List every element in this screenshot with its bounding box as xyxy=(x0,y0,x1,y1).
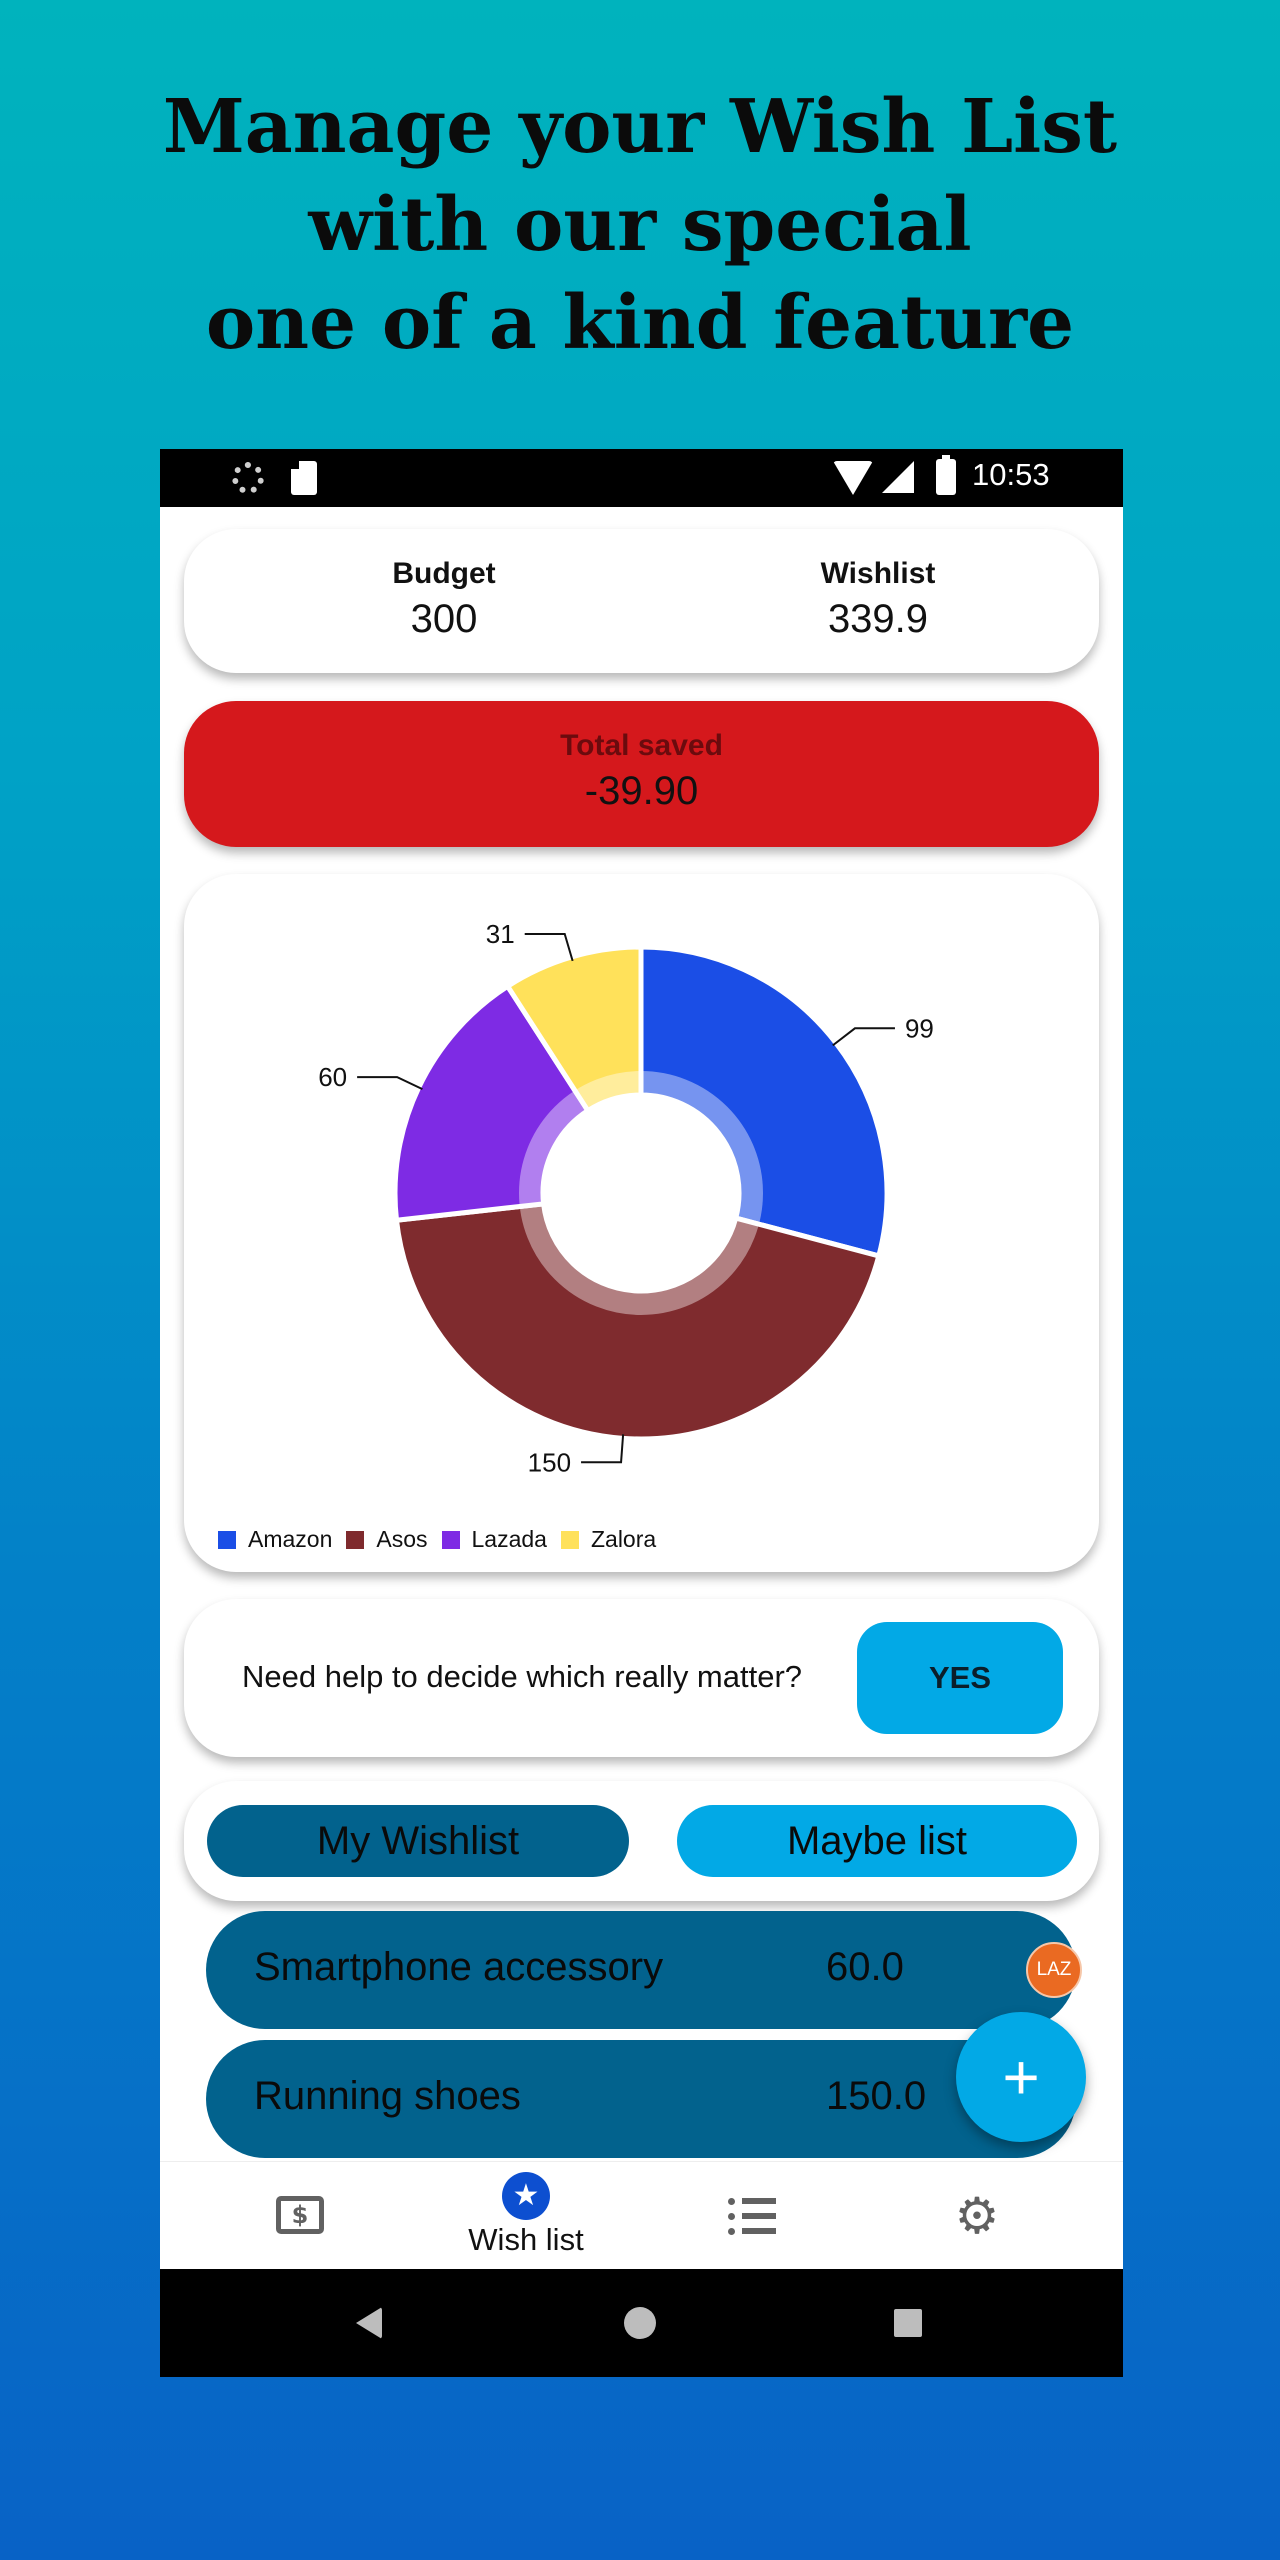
tab-my-wishlist[interactable]: My Wishlist xyxy=(207,1805,629,1877)
add-item-button[interactable]: + xyxy=(956,2012,1086,2142)
legend-swatch xyxy=(218,1530,236,1549)
legend-label: Zalora xyxy=(590,1526,657,1552)
battery-icon xyxy=(936,455,956,495)
nav-wish-list-label: Wish list xyxy=(468,2222,584,2257)
list-tabs: My Wishlist Maybe list xyxy=(184,1781,1099,1901)
data-label: 99 xyxy=(905,1013,934,1043)
pie-slice-asos xyxy=(393,1201,882,1442)
wishlist-label: Wishlist xyxy=(820,557,936,590)
list-icon xyxy=(728,2196,776,2236)
system-navigation-bar xyxy=(160,2269,1123,2377)
back-icon[interactable] xyxy=(356,2307,382,2339)
data-label: 31 xyxy=(486,919,515,949)
sd-card-icon xyxy=(291,461,317,495)
home-icon[interactable] xyxy=(624,2307,656,2339)
gear-icon: ⚙ xyxy=(954,2187,1000,2245)
chart-legend: Amazon Asos Lazada Zalora xyxy=(218,1526,670,1553)
data-label: 60 xyxy=(318,1062,347,1092)
total-saved-card: Total saved -39.90 xyxy=(184,701,1099,847)
legend-item: Amazon xyxy=(218,1526,332,1553)
spinner-icon xyxy=(232,462,264,494)
store-breakdown-chart-card: 99 150 60 31 Amazon Asos Lazada Zalora xyxy=(184,874,1099,1572)
total-saved-label: Total saved xyxy=(560,729,723,762)
nav-budget[interactable]: $ xyxy=(188,2162,414,2270)
legend-swatch xyxy=(346,1530,365,1549)
wishlist-value: 339.9 xyxy=(827,597,929,641)
recent-apps-icon[interactable] xyxy=(894,2309,922,2337)
item-name: Running shoes xyxy=(254,2074,521,2118)
total-saved-value: -39.90 xyxy=(584,769,699,813)
leader-line xyxy=(832,1027,895,1047)
money-icon: $ xyxy=(276,2196,324,2234)
leader-line xyxy=(357,1076,423,1091)
plus-icon: + xyxy=(1002,2041,1040,2113)
legend-swatch xyxy=(441,1530,460,1549)
tab-maybe-list[interactable]: Maybe list xyxy=(677,1805,1077,1877)
item-price: 150.0 xyxy=(826,2074,927,2118)
bottom-navigation: $ ★ Wish list ⚙ xyxy=(160,2161,1123,2269)
wifi-icon xyxy=(833,461,873,495)
legend-swatch xyxy=(560,1530,579,1549)
headline-line-1: Manage your Wish List xyxy=(162,84,1118,170)
donut-inner-ring xyxy=(519,1071,763,1315)
item-name: Smartphone accessory xyxy=(254,1945,664,1989)
nav-list[interactable] xyxy=(639,2162,865,2270)
headline-line-3: one of a kind feature xyxy=(205,280,1075,366)
budget-stat: Budget 300 xyxy=(284,557,604,642)
list-item[interactable]: Smartphone accessory 60.0 LAZ xyxy=(206,1911,1082,2029)
budget-summary-card: Budget 300 Wishlist 339.9 xyxy=(184,529,1099,673)
yes-button[interactable]: YES xyxy=(857,1622,1063,1734)
item-price: 60.0 xyxy=(826,1945,904,1989)
legend-label: Lazada xyxy=(471,1526,547,1552)
nav-settings[interactable]: ⚙ xyxy=(864,2162,1090,2270)
budget-value: 300 xyxy=(410,597,478,641)
promo-headline: Manage your Wish List with our special o… xyxy=(0,78,1280,372)
legend-item: Asos xyxy=(346,1526,428,1553)
lazada-store-icon: LAZ xyxy=(1026,1942,1082,1998)
nav-wish-list[interactable]: ★ Wish list xyxy=(413,2162,639,2270)
data-label: 150 xyxy=(528,1447,571,1477)
decision-help-card: Need help to decide which really matter?… xyxy=(184,1599,1099,1757)
legend-label: Amazon xyxy=(248,1526,333,1552)
headline-line-2: with our special xyxy=(308,182,972,268)
legend-item: Zalora xyxy=(560,1526,657,1553)
status-time: 10:53 xyxy=(972,457,1050,492)
wishlist-stat: Wishlist 339.9 xyxy=(718,557,1038,642)
legend-label: Asos xyxy=(376,1526,428,1552)
star-icon: ★ xyxy=(502,2172,550,2220)
phone-screen: 10:53 Budget 300 Wishlist 339.9 Total sa… xyxy=(160,449,1123,2377)
list-item[interactable]: Running shoes 150.0 xyxy=(206,2040,1076,2158)
donut-chart: 99 150 60 31 xyxy=(318,919,934,1477)
signal-icon xyxy=(882,461,914,493)
budget-label: Budget xyxy=(392,557,496,590)
help-prompt-text: Need help to decide which really matter? xyxy=(242,1659,803,1694)
legend-item: Lazada xyxy=(441,1526,547,1553)
status-bar: 10:53 xyxy=(160,449,1123,507)
